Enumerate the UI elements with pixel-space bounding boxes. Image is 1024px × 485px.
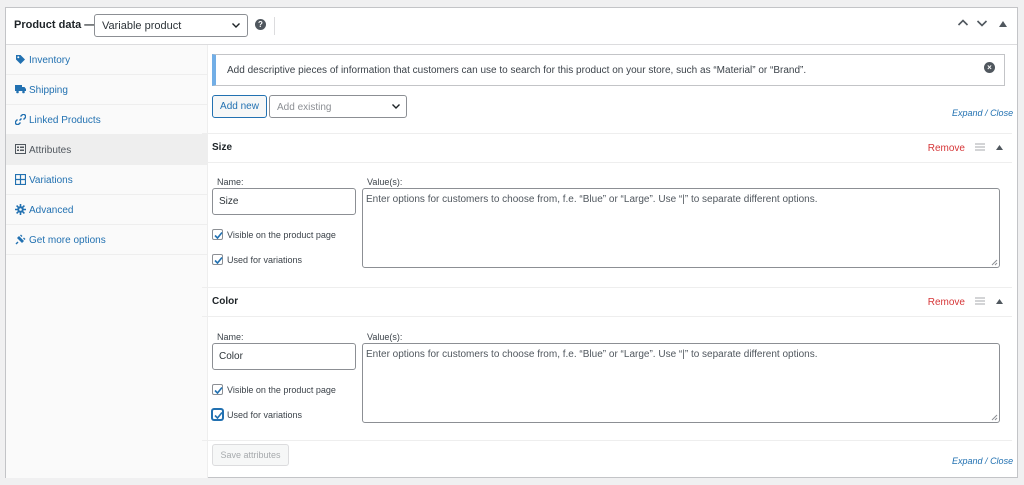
values-label: Value(s): [367,332,403,342]
visible-label: Visible on the product page [227,385,336,395]
used-for-variations-checkbox[interactable] [212,409,223,420]
info-notice: Add descriptive pieces of information th… [212,54,1005,86]
chevron-down-icon [232,23,240,28]
product-type-value: Variable product [102,20,182,32]
sidebar-item-label: Inventory [29,55,71,66]
tag-icon [14,54,26,66]
values-placeholder: Enter options for customers to choose fr… [366,194,818,205]
used-for-variations-checkbox[interactable] [212,254,223,265]
product-type-select[interactable]: Variable product [94,14,248,37]
link-icon [14,113,26,126]
expand-link[interactable]: Expand [952,108,983,118]
used-for-variations-label: Used for variations [227,255,303,265]
sidebar-item-label: Linked Products [29,115,101,126]
resize-grip-icon[interactable] [991,414,998,421]
footer-divider [202,440,1012,441]
remove-attribute-link[interactable]: Remove [928,297,965,308]
notice-text: Add descriptive pieces of information th… [227,65,807,76]
name-label: Name: [217,332,244,342]
triangle-up-icon[interactable] [999,21,1007,27]
header-divider [274,17,275,35]
triangle-up-icon[interactable] [996,143,1003,152]
chevron-up-icon[interactable] [957,18,969,28]
sidebar-item-label: Advanced [29,205,74,216]
grid-icon [14,173,26,186]
remove-attribute-link[interactable]: Remove [928,143,965,154]
attribute-header-color[interactable]: Color Remove [202,287,1012,317]
attribute-header-size[interactable]: Size Remove [202,133,1012,163]
visible-checkbox[interactable] [212,229,223,240]
visible-label: Visible on the product page [227,230,336,240]
sidebar-item-attributes[interactable]: Attributes [6,135,207,165]
sidebar-item-label: Variations [29,175,73,186]
sidebar-item-label: Shipping [29,85,68,96]
truck-icon [14,84,26,96]
attribute-values-textarea[interactable]: Enter options for customers to choose fr… [362,188,1000,268]
panel-header: Product data — Variable product ? [6,8,1017,45]
sidebar-item-get-more-options[interactable]: Get more options [6,225,207,255]
chevron-down-icon [392,104,400,109]
expand-link[interactable]: Expand [952,456,983,466]
sidebar-item-shipping[interactable]: Shipping [6,75,207,105]
attribute-values-textarea[interactable]: Enter options for customers to choose fr… [362,343,1000,423]
add-new-button[interactable]: Add new [212,95,267,118]
expand-close-links: Expand / Close [952,108,1014,118]
add-existing-placeholder: Add existing [277,102,332,113]
save-attributes-button[interactable]: Save attributes [212,444,289,466]
panel-title: Product data — [14,19,96,31]
sidebar-item-inventory[interactable]: Inventory [6,45,207,75]
add-existing-select[interactable]: Add existing [269,95,407,118]
sidebar-item-advanced[interactable]: Advanced [6,195,207,225]
sidebar-item-label: Attributes [29,145,72,156]
attribute-name: Size [212,142,233,153]
values-placeholder: Enter options for customers to choose fr… [366,349,818,360]
gear-icon [14,204,26,216]
used-for-variations-label: Used for variations [227,410,303,420]
expand-close-links: Expand / Close [952,456,1014,466]
close-link[interactable]: Close [990,108,1013,118]
visible-checkbox[interactable] [212,384,223,395]
close-icon[interactable]: × [984,62,995,73]
list-icon [14,144,26,156]
close-link[interactable]: Close [990,456,1013,466]
resize-grip-icon[interactable] [991,259,998,266]
attribute-name: Color [212,296,239,307]
drag-handle-icon[interactable] [975,297,985,308]
attribute-name-input[interactable]: Color [212,343,356,370]
sidebar-item-variations[interactable]: Variations [6,165,207,195]
plugin-icon [14,234,26,246]
sidebar-item-linked-products[interactable]: Linked Products [6,105,207,135]
chevron-down-icon[interactable] [976,18,988,28]
sidebar-item-label: Get more options [29,235,106,246]
attribute-name-input[interactable]: Size [212,188,356,215]
triangle-up-icon[interactable] [996,297,1003,306]
help-icon[interactable]: ? [255,19,266,30]
drag-handle-icon[interactable] [975,143,985,154]
name-label: Name: [217,177,244,187]
product-data-tabs: Inventory Shipping Linked Products Attri… [6,45,208,478]
values-label: Value(s): [367,177,403,187]
